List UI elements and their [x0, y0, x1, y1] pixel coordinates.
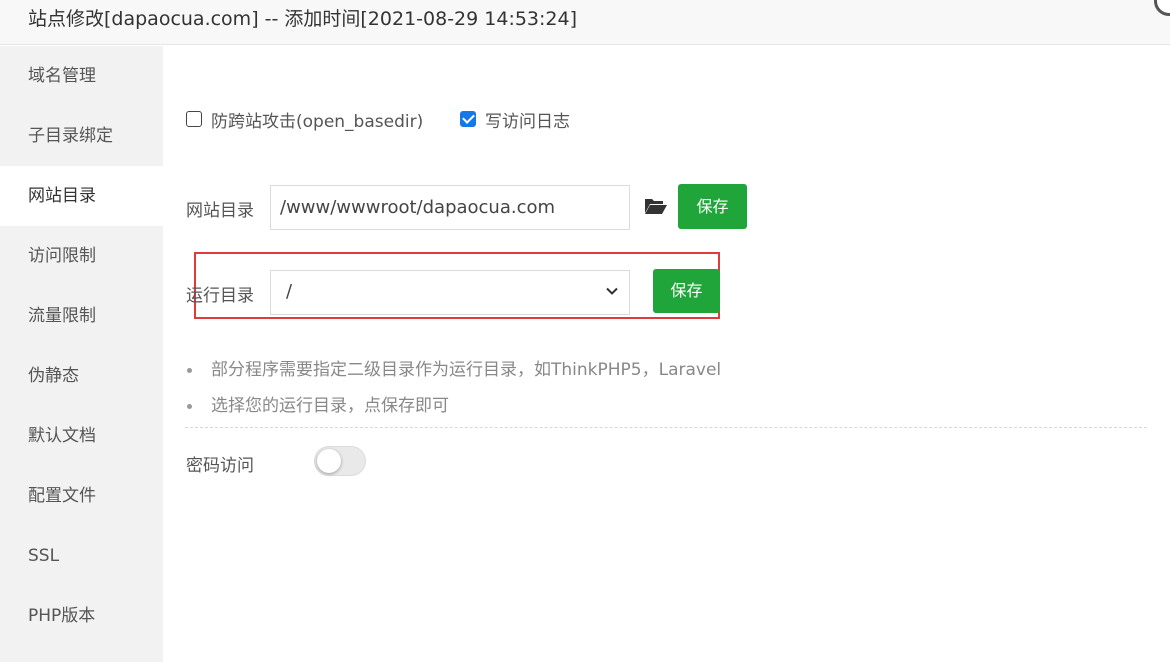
sidebar-item-label: 域名管理: [28, 66, 96, 86]
sidebar-item-label: 网站目录: [28, 186, 96, 206]
sidebar-item-label: 子目录绑定: [28, 126, 113, 146]
site-directory-panel: 防跨站攻击(open_basedir) 写访问日志 网站目录 保存 运行目录 /…: [163, 46, 1170, 662]
sidebar-item-label: 伪静态: [28, 366, 79, 386]
chevron-down-icon: [606, 287, 618, 295]
run-dir-selected: /: [286, 281, 293, 302]
tip-item: 部分程序需要指定二级目录作为运行目录，如ThinkPHP5，Laravel: [185, 358, 721, 394]
divider: [185, 427, 1147, 428]
access-log-label: 写访问日志: [485, 111, 570, 132]
site-dir-input[interactable]: [270, 185, 630, 230]
toggle-knob: [317, 449, 341, 473]
sidebar-item-domain[interactable]: 域名管理: [0, 46, 163, 106]
save-run-dir-button[interactable]: 保存: [653, 269, 720, 313]
site-settings-dialog: 站点修改[dapaocua.com] -- 添加时间[2021-08-29 14…: [0, 0, 1170, 662]
dialog-title: 站点修改[dapaocua.com] -- 添加时间[2021-08-29 14…: [28, 8, 578, 30]
close-icon[interactable]: [1154, 0, 1170, 16]
tip-item: 选择您的运行目录，点保存即可: [185, 394, 721, 430]
sidebar-item-access-limit[interactable]: 访问限制: [0, 226, 163, 286]
sidebar-item-site-directory[interactable]: 网站目录: [0, 166, 163, 226]
open-basedir-option[interactable]: 防跨站攻击(open_basedir): [186, 108, 424, 132]
sidebar-item-subdir-binding[interactable]: 子目录绑定: [0, 106, 163, 166]
sidebar-item-rewrite[interactable]: 伪静态: [0, 346, 163, 406]
sidebar-item-traffic-limit[interactable]: 流量限制: [0, 286, 163, 346]
tips-list: 部分程序需要指定二级目录作为运行目录，如ThinkPHP5，Laravel 选择…: [185, 358, 721, 430]
dialog-title-bar: 站点修改[dapaocua.com] -- 添加时间[2021-08-29 14…: [0, 0, 1170, 45]
sidebar-item-label: SSL: [28, 546, 60, 566]
sidebar-item-label: 默认文档: [28, 426, 96, 446]
password-access-label: 密码访问: [186, 456, 254, 476]
sidebar-item-php-version[interactable]: PHP版本: [0, 586, 163, 646]
sidebar-item-config-file[interactable]: 配置文件: [0, 466, 163, 526]
password-access-toggle[interactable]: [314, 446, 366, 476]
settings-sidebar: 域名管理 子目录绑定 网站目录 访问限制 流量限制 伪静态 默认文档 配置文件 …: [0, 46, 163, 662]
sidebar-item-label: PHP版本: [28, 606, 96, 626]
sidebar-item-default-document[interactable]: 默认文档: [0, 406, 163, 466]
sidebar-item-ssl[interactable]: SSL: [0, 526, 163, 586]
sidebar-item-label: 访问限制: [28, 246, 96, 266]
open-basedir-label: 防跨站攻击(open_basedir): [211, 111, 424, 132]
access-log-option[interactable]: 写访问日志: [460, 108, 570, 132]
open-basedir-checkbox[interactable]: [186, 111, 202, 127]
run-dir-label: 运行目录: [186, 286, 254, 306]
sidebar-item-label: 流量限制: [28, 306, 96, 326]
site-dir-label: 网站目录: [186, 201, 254, 221]
folder-open-icon[interactable]: [644, 196, 668, 216]
run-dir-select[interactable]: /: [270, 270, 630, 315]
access-log-checkbox[interactable]: [460, 111, 476, 127]
save-site-dir-button[interactable]: 保存: [678, 184, 747, 229]
sidebar-item-label: 配置文件: [28, 486, 96, 506]
